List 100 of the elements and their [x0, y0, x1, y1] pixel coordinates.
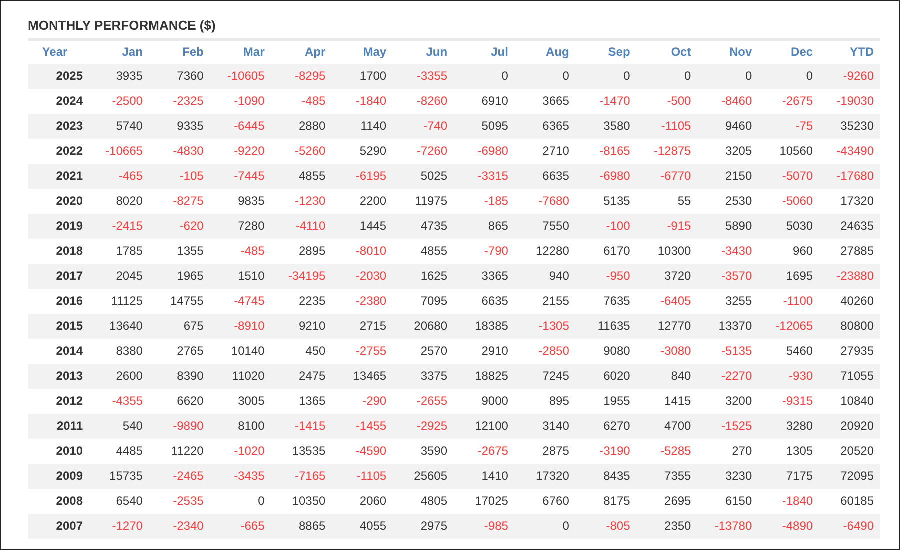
column-header: Jan — [88, 40, 149, 64]
table-cell: 5135 — [575, 188, 636, 214]
table-cell: 0 — [454, 64, 514, 88]
table-cell: 11635 — [575, 314, 636, 338]
table-cell: 6020 — [575, 364, 636, 388]
table-cell: 2155 — [514, 288, 576, 314]
table-cell: 3665 — [514, 88, 576, 114]
table-cell: -2755 — [332, 338, 393, 364]
table-cell: 13370 — [697, 314, 758, 338]
table-cell: 2045 — [88, 264, 149, 288]
table-cell: 24635 — [819, 214, 880, 238]
year-cell: 2024 — [28, 88, 88, 114]
table-cell: 5740 — [88, 114, 149, 138]
table-cell: 10140 — [210, 338, 271, 364]
table-cell: -9315 — [758, 388, 820, 414]
table-cell: -7680 — [514, 188, 576, 214]
table-cell: 72095 — [819, 464, 880, 488]
table-cell: -1470 — [575, 88, 636, 114]
table-cell: 6540 — [88, 488, 149, 514]
table-cell: 1625 — [392, 264, 454, 288]
table-cell: 13465 — [332, 364, 393, 388]
table-cell: -2465 — [148, 464, 210, 488]
table-cell: 5095 — [454, 114, 514, 138]
table-cell: -465 — [88, 164, 149, 188]
table-cell: -1840 — [332, 88, 393, 114]
table-cell: -8260 — [392, 88, 454, 114]
year-cell: 2011 — [28, 414, 88, 438]
table-cell: 2150 — [697, 164, 758, 188]
table-cell: -2270 — [697, 364, 758, 388]
column-header: Jul — [454, 40, 514, 64]
table-cell: -1305 — [514, 314, 576, 338]
table-cell: 2600 — [88, 364, 149, 388]
table-cell: 5030 — [758, 214, 820, 238]
table-cell: 6635 — [454, 288, 514, 314]
table-cell: 8435 — [575, 464, 636, 488]
column-header: YTD — [819, 40, 880, 64]
table-cell: -12065 — [758, 314, 820, 338]
table-cell: 2350 — [636, 514, 698, 538]
table-cell: -790 — [454, 238, 514, 264]
column-header: Sep — [575, 40, 636, 64]
table-cell: -5285 — [636, 438, 698, 464]
table-cell: 8390 — [148, 364, 210, 388]
table-cell: 1695 — [758, 264, 820, 288]
table-cell: -8910 — [210, 314, 271, 338]
table-cell: 3140 — [514, 414, 576, 438]
table-cell: 9210 — [270, 314, 332, 338]
table-cell: -6490 — [819, 514, 880, 538]
table-cell: -500 — [636, 88, 698, 114]
table-cell: -2655 — [392, 388, 454, 414]
table-cell: 2695 — [636, 488, 698, 514]
table-cell: 1140 — [332, 114, 393, 138]
column-header: Apr — [270, 40, 332, 64]
table-cell: -915 — [636, 214, 698, 238]
table-cell: 675 — [148, 314, 210, 338]
table-cell: -8010 — [332, 238, 393, 264]
table-cell: 5025 — [392, 164, 454, 188]
year-cell: 2019 — [28, 214, 88, 238]
table-cell: 3205 — [697, 138, 758, 164]
year-cell: 2025 — [28, 64, 88, 88]
column-header: Nov — [697, 40, 758, 64]
table-cell: 8175 — [575, 488, 636, 514]
table-cell: 7355 — [636, 464, 698, 488]
column-header: Mar — [210, 40, 271, 64]
year-cell: 2010 — [28, 438, 88, 464]
table-cell: 2895 — [270, 238, 332, 264]
table-cell: 7550 — [514, 214, 576, 238]
table-cell: 1510 — [210, 264, 271, 288]
table-cell: 3005 — [210, 388, 271, 414]
table-cell: 18825 — [454, 364, 514, 388]
table-cell: 60185 — [819, 488, 880, 514]
table-cell: 540 — [88, 414, 149, 438]
table-cell: -9260 — [819, 64, 880, 88]
table-cell: -985 — [454, 514, 514, 538]
table-cell: -1090 — [210, 88, 271, 114]
table-cell: 450 — [270, 338, 332, 364]
table-cell: 2200 — [332, 188, 393, 214]
column-header: Dec — [758, 40, 820, 64]
year-cell: 2022 — [28, 138, 88, 164]
table-cell: 11220 — [148, 438, 210, 464]
table-cell: 4735 — [392, 214, 454, 238]
table-cell: -34195 — [270, 264, 332, 288]
table-cell: -9220 — [210, 138, 271, 164]
table-cell: 9000 — [454, 388, 514, 414]
table-cell: 1415 — [636, 388, 698, 414]
table-cell: -100 — [575, 214, 636, 238]
table-cell: -3430 — [697, 238, 758, 264]
table-cell: -620 — [148, 214, 210, 238]
year-cell: 2015 — [28, 314, 88, 338]
table-cell: 15735 — [88, 464, 149, 488]
table-cell: 1365 — [270, 388, 332, 414]
table-cell: 6760 — [514, 488, 576, 514]
table-cell: -2325 — [148, 88, 210, 114]
table-cell: 3230 — [697, 464, 758, 488]
table-cell: -805 — [575, 514, 636, 538]
table-cell: -3080 — [636, 338, 698, 364]
table-cell: 8100 — [210, 414, 271, 438]
table-cell: 2910 — [454, 338, 514, 364]
table-cell: -17680 — [819, 164, 880, 188]
table-cell: 71055 — [819, 364, 880, 388]
table-cell: 14755 — [148, 288, 210, 314]
